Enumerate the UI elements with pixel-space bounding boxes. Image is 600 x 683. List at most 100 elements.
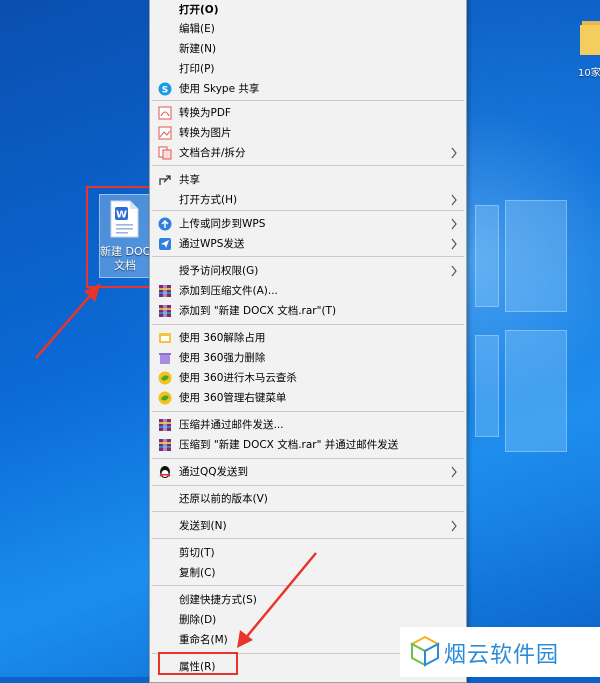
360-unlock-icon <box>159 333 171 343</box>
windows-logo-pane <box>505 200 567 312</box>
winrar-icon <box>159 419 171 431</box>
menu-separator <box>152 100 464 101</box>
360-scan-icon <box>158 371 172 385</box>
chevron-right-icon <box>451 147 457 159</box>
360-delete-icon <box>159 353 171 364</box>
chevron-right-icon <box>451 218 457 230</box>
chevron-right-icon <box>451 265 457 277</box>
menu-item-label: 文档合并/拆分 <box>179 147 246 159</box>
cube-logo-icon <box>410 635 440 667</box>
menu-separator <box>152 324 464 325</box>
windows-logo-pane <box>475 205 499 307</box>
menu-item[interactable]: 压缩并通过邮件发送... <box>150 415 466 435</box>
pdf-convert-icon <box>158 106 172 120</box>
watermark-text: 烟云软件园 <box>444 643 560 668</box>
menu-item-label: 添加到 "新建 DOCX 文档.rar"(T) <box>179 305 337 317</box>
menu-item[interactable]: 打印(P) <box>150 59 466 79</box>
menu-item-label: 压缩到 "新建 DOCX 文档.rar" 并通过邮件发送 <box>179 439 399 451</box>
menu-separator <box>152 256 464 257</box>
menu-item[interactable]: 剪切(T) <box>150 543 466 563</box>
menu-separator <box>152 411 464 412</box>
chevron-right-icon <box>451 466 457 478</box>
menu-item[interactable]: 授予访问权限(G) <box>150 261 466 281</box>
highlight-box-properties <box>158 652 238 675</box>
watermark: 烟云软件园 <box>400 627 600 677</box>
winrar-icon <box>159 305 171 317</box>
menu-separator <box>152 210 464 211</box>
menu-item[interactable]: S 使用 Skype 共享 <box>150 79 466 99</box>
skype-icon: S <box>158 82 172 96</box>
menu-item[interactable]: 通过QQ发送到 <box>150 462 466 482</box>
menu-item[interactable]: 发送到(N) <box>150 516 466 536</box>
chevron-right-icon <box>451 520 457 532</box>
menu-item[interactable]: 添加到 "新建 DOCX 文档.rar"(T) <box>150 301 466 321</box>
menu-item-label: 打开方式(H) <box>179 194 238 206</box>
menu-item-label: 压缩并通过邮件发送... <box>179 419 284 431</box>
menu-item-label: 上传或同步到WPS <box>179 218 266 230</box>
menu-item-label: 还原以前的版本(V) <box>179 493 268 505</box>
menu-item-label: 新建(N) <box>179 43 217 55</box>
menu-item[interactable]: 压缩到 "新建 DOCX 文档.rar" 并通过邮件发送 <box>150 435 466 455</box>
menu-item-label: 删除(D) <box>179 614 217 626</box>
menu-item-label: 打印(P) <box>179 63 215 75</box>
menu-item-label: 通过WPS发送 <box>179 238 245 250</box>
highlight-box-icon <box>86 186 158 288</box>
menu-item-label: 发送到(N) <box>179 520 227 532</box>
menu-separator <box>152 585 464 586</box>
chevron-right-icon <box>451 194 457 206</box>
wps-send-icon <box>159 238 171 250</box>
winrar-icon <box>159 285 171 297</box>
menu-item[interactable]: 使用 360进行木马云查杀 <box>150 368 466 388</box>
menu-item-label: 编辑(E) <box>179 23 215 35</box>
menu-separator <box>152 165 464 166</box>
cloud-upload-icon <box>158 217 172 231</box>
menu-item-label: 创建快捷方式(S) <box>179 594 257 606</box>
image-convert-icon <box>158 126 172 140</box>
menu-item[interactable]: 还原以前的版本(V) <box>150 489 466 509</box>
windows-logo-pane <box>475 335 499 437</box>
menu-item[interactable]: 共享 <box>150 170 466 190</box>
menu-item[interactable]: 打开方式(H) <box>150 190 466 210</box>
menu-item-label: 授予访问权限(G) <box>179 265 259 277</box>
menu-item-label: 重命名(M) <box>179 634 228 646</box>
folder-label: 10家 <box>578 68 600 79</box>
menu-item[interactable]: 打开(O) <box>150 0 466 20</box>
menu-separator <box>152 485 464 486</box>
menu-item-label: 使用 360解除占用 <box>179 332 266 344</box>
menu-item[interactable]: 使用 360解除占用 <box>150 328 466 348</box>
menu-item[interactable]: 编辑(E) <box>150 19 466 39</box>
menu-item-label: 使用 360进行木马云查杀 <box>179 372 297 384</box>
share-icon <box>159 175 171 185</box>
menu-item-label: 使用 360管理右键菜单 <box>179 392 287 404</box>
menu-item[interactable]: 使用 360管理右键菜单 <box>150 388 466 408</box>
360-manage-icon <box>158 391 172 405</box>
menu-item-label: 打开(O) <box>179 4 219 16</box>
menu-item-label: 剪切(T) <box>179 547 215 559</box>
chevron-right-icon <box>451 238 457 250</box>
menu-separator <box>152 511 464 512</box>
windows-logo-pane <box>505 330 567 452</box>
merge-split-icon <box>158 146 172 160</box>
menu-item[interactable]: 添加到压缩文件(A)... <box>150 281 466 301</box>
context-menu: 打开(O) 编辑(E) 新建(N) 打印(P) S 使用 Skype 共享 转换为PDF 转换… <box>149 0 467 683</box>
menu-item[interactable]: 创建快捷方式(S) <box>150 590 466 610</box>
menu-item[interactable]: 转换为PDF <box>150 103 466 123</box>
menu-item-label: 添加到压缩文件(A)... <box>179 285 278 297</box>
svg-text:S: S <box>162 86 168 96</box>
menu-item[interactable]: 文档合并/拆分 <box>150 143 466 163</box>
menu-item-label: 复制(C) <box>179 567 216 579</box>
qq-icon <box>159 466 171 478</box>
menu-item-label: 使用 Skype 共享 <box>179 83 260 95</box>
menu-item[interactable]: 上传或同步到WPS <box>150 214 466 234</box>
menu-item[interactable]: 使用 360强力删除 <box>150 348 466 368</box>
winrar-icon <box>159 439 171 451</box>
menu-item[interactable]: 转换为图片 <box>150 123 466 143</box>
folder-icon[interactable] <box>578 15 600 55</box>
menu-item-label: 通过QQ发送到 <box>179 466 249 478</box>
menu-item[interactable]: 通过WPS发送 <box>150 234 466 254</box>
menu-item[interactable]: 新建(N) <box>150 39 466 59</box>
menu-item[interactable]: 复制(C) <box>150 563 466 583</box>
menu-item-label: 使用 360强力删除 <box>179 352 266 364</box>
menu-separator <box>152 458 464 459</box>
menu-item-label: 转换为PDF <box>179 107 231 119</box>
